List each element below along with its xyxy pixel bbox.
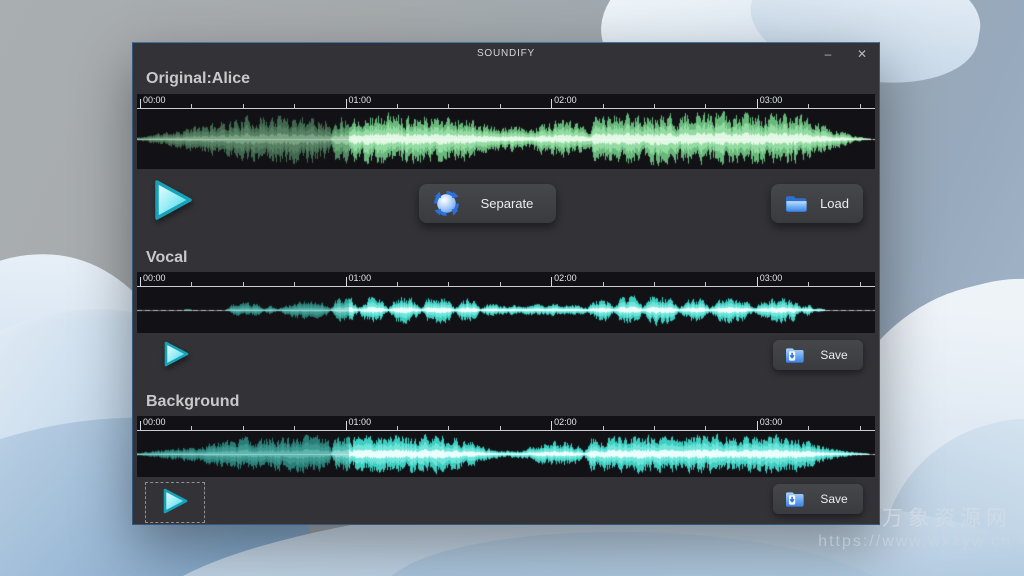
ruler-tick bbox=[757, 277, 758, 286]
time-label: 01:00 bbox=[349, 417, 372, 427]
folder-download-icon bbox=[785, 347, 805, 364]
ruler-tick bbox=[808, 282, 809, 286]
waveform-panel-original: 00:00 01:00 02:00 03:00 bbox=[137, 94, 875, 169]
save-button-label: Save bbox=[817, 492, 851, 506]
ruler-tick bbox=[140, 277, 141, 286]
separate-button-label: Separate bbox=[472, 196, 542, 211]
track-title-vocal: Vocal bbox=[146, 249, 188, 267]
ruler-tick bbox=[448, 104, 449, 108]
ruler-tick bbox=[500, 104, 501, 108]
minimize-icon[interactable]: – bbox=[817, 45, 839, 64]
ruler-tick bbox=[397, 282, 398, 286]
save-button-label: Save bbox=[817, 348, 851, 362]
folder-download-icon bbox=[785, 491, 805, 508]
ruler-tick bbox=[294, 426, 295, 430]
ruler-tick bbox=[757, 421, 758, 430]
ruler-tick bbox=[448, 426, 449, 430]
ruler-tick bbox=[243, 426, 244, 430]
waveform-vocal[interactable] bbox=[137, 287, 875, 333]
ruler-tick bbox=[191, 282, 192, 286]
ruler-tick bbox=[603, 282, 604, 286]
ruler-tick bbox=[860, 282, 861, 286]
timeline-ruler[interactable]: 00:00 01:00 02:00 03:00 bbox=[137, 272, 875, 287]
time-label: 01:00 bbox=[349, 95, 372, 105]
close-icon[interactable]: ✕ bbox=[851, 45, 873, 64]
ruler-tick bbox=[140, 421, 141, 430]
ruler-tick bbox=[705, 426, 706, 430]
ruler-tick bbox=[705, 104, 706, 108]
ruler-tick bbox=[191, 104, 192, 108]
ruler-tick bbox=[500, 426, 501, 430]
time-label: 02:00 bbox=[554, 417, 577, 427]
play-button-vocal[interactable] bbox=[161, 339, 191, 372]
play-triangle-icon bbox=[149, 176, 197, 224]
ruler-tick bbox=[654, 104, 655, 108]
ruler-tick bbox=[808, 104, 809, 108]
ruler-tick bbox=[294, 104, 295, 108]
ruler-tick bbox=[808, 426, 809, 430]
ruler-tick bbox=[603, 426, 604, 430]
ruler-tick bbox=[243, 104, 244, 108]
desktop: SOUNDIFY – ✕ Original:Alice 00:00 01:00 02… bbox=[0, 0, 1024, 576]
app-title: SOUNDIFY bbox=[133, 48, 879, 59]
waveform-original[interactable] bbox=[137, 109, 875, 169]
time-label: 03:00 bbox=[760, 95, 783, 105]
ruler-tick bbox=[294, 282, 295, 286]
track-title-original: Original:Alice bbox=[146, 70, 250, 88]
time-label: 03:00 bbox=[760, 417, 783, 427]
title-bar: SOUNDIFY – ✕ bbox=[133, 43, 879, 67]
play-button-background[interactable] bbox=[145, 482, 205, 523]
separate-button[interactable]: Separate bbox=[419, 184, 556, 223]
sync-arrows-icon bbox=[433, 190, 460, 217]
ruler-tick bbox=[397, 426, 398, 430]
load-button-label: Load bbox=[820, 196, 849, 211]
save-button-vocal[interactable]: Save bbox=[773, 340, 863, 370]
ruler-tick bbox=[551, 277, 552, 286]
timeline-ruler[interactable]: 00:00 01:00 02:00 03:00 bbox=[137, 94, 875, 109]
ruler-tick bbox=[551, 421, 552, 430]
ruler-tick bbox=[191, 426, 192, 430]
ruler-tick bbox=[860, 104, 861, 108]
ruler-tick bbox=[243, 282, 244, 286]
time-label: 01:00 bbox=[349, 273, 372, 283]
ruler-tick bbox=[346, 277, 347, 286]
open-folder-icon bbox=[785, 194, 808, 214]
ruler-tick bbox=[346, 99, 347, 108]
play-triangle-icon bbox=[161, 339, 191, 369]
ruler-tick bbox=[397, 104, 398, 108]
ruler-tick bbox=[500, 282, 501, 286]
load-button[interactable]: Load bbox=[771, 184, 863, 223]
time-label: 00:00 bbox=[143, 95, 166, 105]
ruler-tick bbox=[654, 282, 655, 286]
play-triangle-icon bbox=[160, 486, 190, 516]
time-label: 00:00 bbox=[143, 417, 166, 427]
time-label: 02:00 bbox=[554, 273, 577, 283]
save-button-background[interactable]: Save bbox=[773, 484, 863, 514]
track-title-background: Background bbox=[146, 393, 239, 411]
ruler-tick bbox=[860, 426, 861, 430]
ruler-tick bbox=[654, 426, 655, 430]
time-label: 03:00 bbox=[760, 273, 783, 283]
ruler-tick bbox=[448, 282, 449, 286]
ruler-tick bbox=[551, 99, 552, 108]
ruler-tick bbox=[757, 99, 758, 108]
time-label: 00:00 bbox=[143, 273, 166, 283]
play-button-original[interactable] bbox=[149, 176, 197, 227]
ruler-tick bbox=[603, 104, 604, 108]
ruler-tick bbox=[705, 282, 706, 286]
ruler-tick bbox=[346, 421, 347, 430]
timeline-ruler[interactable]: 00:00 01:00 02:00 03:00 bbox=[137, 416, 875, 431]
waveform-background[interactable] bbox=[137, 431, 875, 477]
waveform-panel-vocal: 00:00 01:00 02:00 03:00 bbox=[137, 272, 875, 333]
waveform-panel-background: 00:00 01:00 02:00 03:00 bbox=[137, 416, 875, 477]
app-window: SOUNDIFY – ✕ Original:Alice 00:00 01:00 02… bbox=[132, 42, 880, 525]
time-label: 02:00 bbox=[554, 95, 577, 105]
ruler-tick bbox=[140, 99, 141, 108]
